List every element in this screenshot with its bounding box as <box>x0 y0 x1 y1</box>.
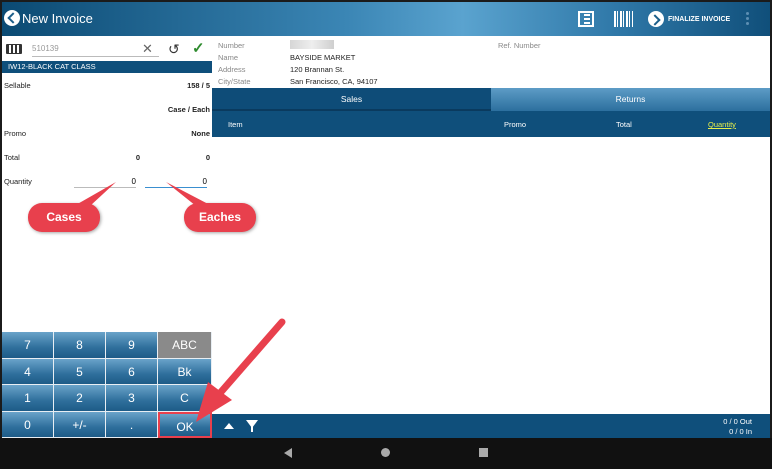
total-cases-value: 0 <box>135 153 140 162</box>
promo-value: None <box>191 129 210 138</box>
key-8[interactable]: 8 <box>54 332 106 359</box>
app-header: New Invoice FINALIZE INVOICE <box>2 2 770 36</box>
column-total[interactable]: Total <box>616 120 632 129</box>
cases-callout: Cases <box>28 203 100 232</box>
nav-recents-icon[interactable] <box>479 448 488 457</box>
finalize-invoice-button[interactable]: FINALIZE INVOICE <box>648 10 730 28</box>
nav-back-icon[interactable] <box>284 448 292 458</box>
finalize-invoice-label: FINALIZE INVOICE <box>668 15 731 23</box>
city-value: San Francisco, CA, 94107 <box>290 77 378 86</box>
column-item[interactable]: Item <box>228 120 243 129</box>
promo-label: Promo <box>4 129 27 138</box>
tab-sales[interactable]: Sales <box>212 88 491 111</box>
eaches-callout: Eaches <box>184 203 256 232</box>
customer-info: Number Name BAYSIDE MARKET Address 120 B… <box>212 36 770 88</box>
key-ok[interactable]: OK <box>158 411 212 438</box>
key-6[interactable]: 6 <box>106 358 158 385</box>
key-2[interactable]: 2 <box>54 385 106 412</box>
key-decimal[interactable]: . <box>106 411 158 438</box>
ref-number-label: Ref. Number <box>498 41 541 50</box>
key-0[interactable]: 0 <box>2 411 54 438</box>
more-options-icon[interactable] <box>746 12 749 15</box>
item-name-bar: IW12-BLACK CAT CLASS <box>2 61 212 73</box>
key-3[interactable]: 3 <box>106 385 158 412</box>
city-label: City/State <box>218 77 251 86</box>
unit-header: Case / Each <box>167 105 210 114</box>
app-window: New Invoice FINALIZE INVOICE ✕ ↺ ✓ IW12-… <box>2 2 770 438</box>
address-value: 120 Brannan St. <box>290 65 345 74</box>
arrow-right-circle-icon <box>648 11 664 27</box>
key-clear[interactable]: C <box>158 385 212 412</box>
item-search-input[interactable] <box>32 41 159 57</box>
invoice-tabs: Sales Returns <box>212 88 770 111</box>
footer-bar: 0 / 0 Out 0 / 0 In <box>212 414 770 438</box>
item-entry-panel: ✕ ↺ ✓ IW12-BLACK CAT CLASS Sellable 158 … <box>2 36 212 438</box>
key-4[interactable]: 4 <box>2 358 54 385</box>
total-eaches-value: 0 <box>205 153 210 162</box>
in-count: 0 / 0 In <box>729 427 752 436</box>
sellable-label: Sellable <box>4 81 31 90</box>
expand-up-icon[interactable] <box>224 423 234 429</box>
key-5[interactable]: 5 <box>54 358 106 385</box>
redacted-number <box>290 40 334 49</box>
barcode-icon[interactable] <box>614 11 633 27</box>
back-icon[interactable] <box>4 10 20 26</box>
key-1[interactable]: 1 <box>2 385 54 412</box>
quantity-eaches-input[interactable] <box>145 175 207 188</box>
line-items-list <box>212 137 770 414</box>
keyboard-icon[interactable] <box>6 44 22 54</box>
confirm-check-icon[interactable]: ✓ <box>192 41 205 56</box>
clear-icon[interactable]: ✕ <box>142 42 153 55</box>
key-backspace[interactable]: Bk <box>158 358 212 385</box>
number-label: Number <box>218 41 245 50</box>
quantity-cases-input[interactable] <box>74 175 136 188</box>
line-items-header: Item Promo Total Quantity <box>212 111 770 137</box>
name-value: BAYSIDE MARKET <box>290 53 356 62</box>
column-quantity[interactable]: Quantity <box>708 120 736 129</box>
tab-returns[interactable]: Returns <box>491 88 770 111</box>
page-title: New Invoice <box>22 11 93 26</box>
total-label: Total <box>4 153 20 162</box>
numeric-keypad: 7 8 9 ABC 4 5 6 Bk 1 2 3 C 0 +/- . OK <box>2 332 212 438</box>
key-7[interactable]: 7 <box>2 332 54 359</box>
key-9[interactable]: 9 <box>106 332 158 359</box>
sellable-value: 158 / 5 <box>187 81 210 90</box>
list-icon[interactable] <box>578 11 594 27</box>
key-plus-minus[interactable]: +/- <box>54 411 106 438</box>
quantity-label: Quantity <box>4 177 32 186</box>
undo-icon[interactable]: ↺ <box>168 42 180 56</box>
column-promo[interactable]: Promo <box>504 120 526 129</box>
android-nav-bar <box>0 438 772 469</box>
filter-icon[interactable] <box>246 420 258 432</box>
out-count: 0 / 0 Out <box>723 417 752 426</box>
name-label: Name <box>218 53 239 62</box>
item-search-row: ✕ ↺ ✓ <box>2 40 212 60</box>
nav-home-icon[interactable] <box>381 448 390 457</box>
address-label: Address <box>218 65 246 74</box>
key-abc[interactable]: ABC <box>158 332 212 359</box>
